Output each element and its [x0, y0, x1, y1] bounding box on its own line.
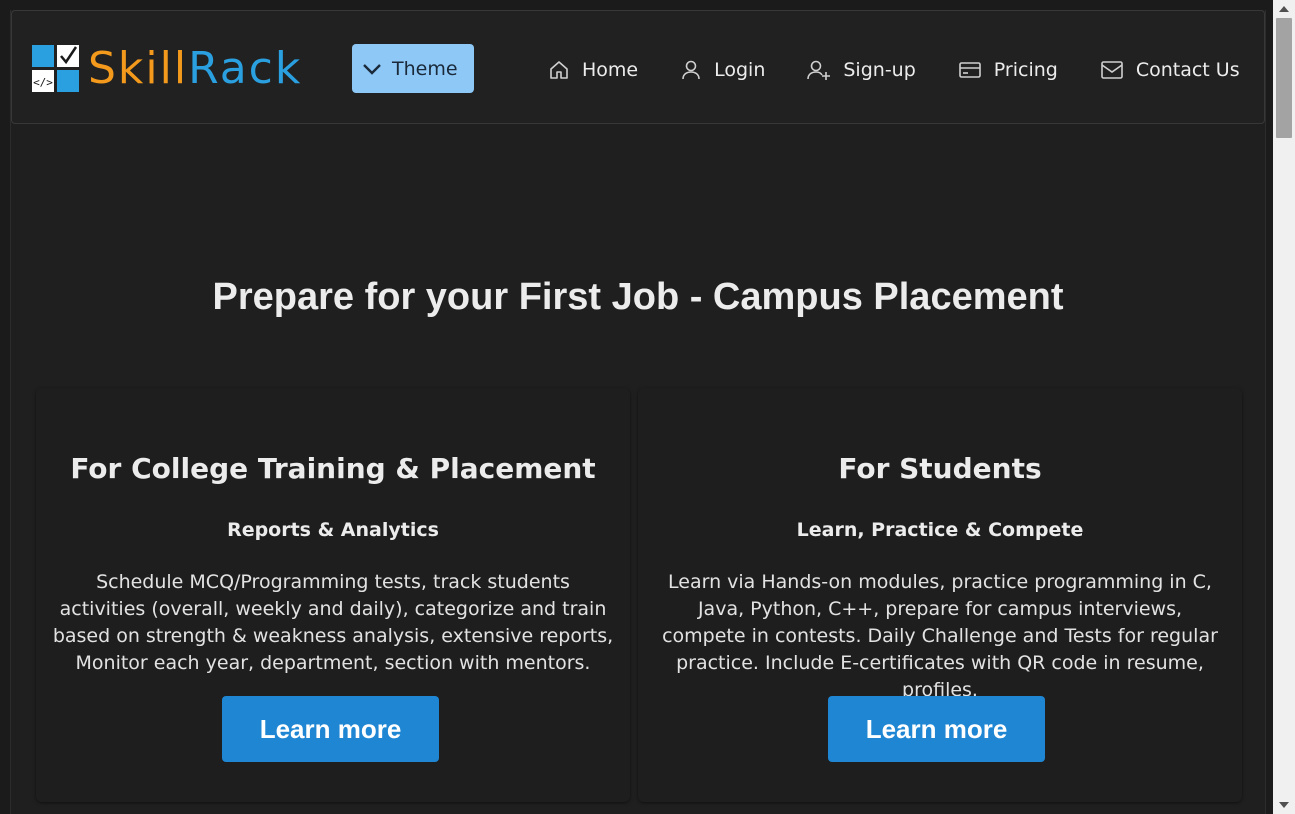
nav-home[interactable]: Home: [548, 59, 638, 81]
user-icon: [682, 60, 700, 80]
navbar: </> SkillRack Theme Home Login Sign-up P…: [11, 10, 1265, 124]
page-title: Prepare for your First Job - Campus Plac…: [212, 276, 1064, 318]
chevron-down-icon: [363, 63, 381, 75]
card-students-description: Learn via Hands-on modules, practice pro…: [662, 571, 1218, 701]
nav-login[interactable]: Login: [680, 59, 765, 81]
nav-login-label: Login: [714, 59, 766, 81]
card-students-title: For Students: [838, 452, 1042, 485]
nav-pricing[interactable]: Pricing: [958, 59, 1058, 81]
svg-text:</>: </>: [33, 76, 53, 89]
page-container: </> SkillRack Theme Home Login Sign-up P…: [10, 10, 1266, 814]
scrollbar-thumb[interactable]: [1276, 18, 1292, 138]
nav-contact-label: Contact Us: [1135, 59, 1240, 81]
vertical-scrollbar[interactable]: [1273, 0, 1295, 814]
scroll-down-arrow-icon[interactable]: [1273, 798, 1295, 812]
nav-signup[interactable]: Sign-up: [807, 59, 916, 81]
nav-home-label: Home: [582, 59, 639, 81]
logo-text-skill: Skill: [88, 43, 189, 94]
credit-card-icon: [958, 62, 981, 78]
card-students-subtitle: Learn, Practice & Compete: [796, 519, 1084, 541]
theme-dropdown-button[interactable]: Theme: [352, 44, 474, 93]
logo-text: SkillRack: [88, 44, 302, 94]
user-add-icon: [807, 60, 831, 80]
card-college: For College Training & Placement Reports…: [36, 388, 630, 802]
nav-pricing-label: Pricing: [993, 59, 1058, 81]
scroll-up-arrow-icon[interactable]: [1273, 2, 1295, 16]
nav-signup-label: Sign-up: [843, 59, 916, 81]
logo-text-rack: Rack: [188, 43, 303, 94]
home-icon: [550, 61, 568, 79]
card-college-title: For College Training & Placement: [70, 452, 596, 485]
envelope-icon: [1101, 61, 1123, 79]
card-college-subtitle: Reports & Analytics: [227, 519, 439, 541]
logo[interactable]: </> SkillRack: [32, 44, 302, 94]
skillrack-logo-icon: </>: [32, 45, 79, 92]
learn-more-college-button[interactable]: Learn more: [222, 696, 439, 762]
nav-contact[interactable]: Contact Us: [1100, 59, 1240, 81]
learn-more-students-button[interactable]: Learn more: [828, 696, 1045, 762]
nav-links: Home Login Sign-up Pricing Contact Us: [548, 54, 1240, 86]
card-college-description: Schedule MCQ/Programming tests, track st…: [52, 571, 614, 674]
theme-label: Theme: [392, 57, 458, 80]
card-students: For Students Learn, Practice & Compete L…: [638, 388, 1242, 802]
